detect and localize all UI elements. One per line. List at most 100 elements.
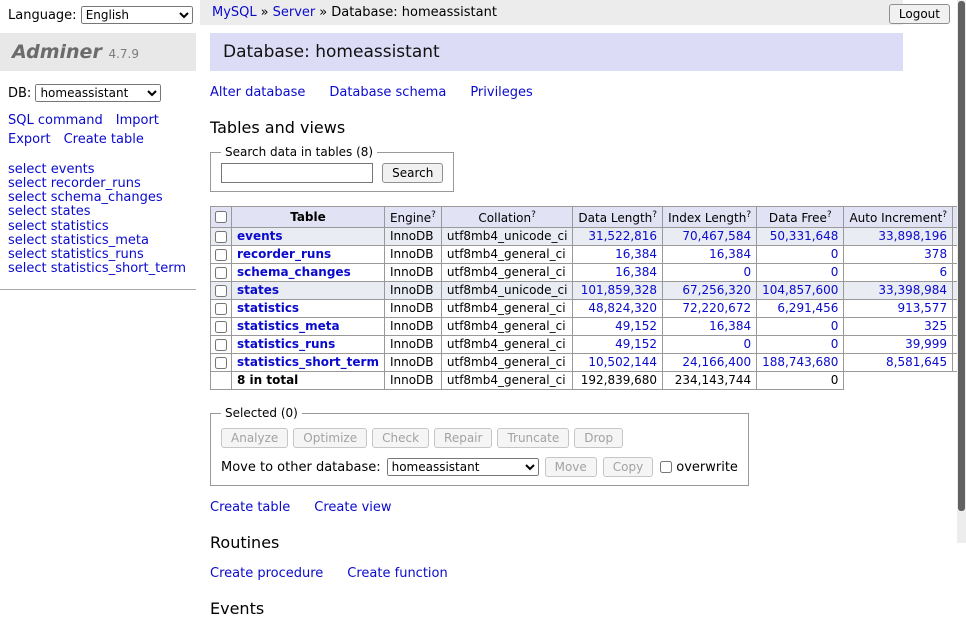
sidebar-item-select-statistics-short-term[interactable]: select statistics_short_term (8, 262, 188, 275)
breadcrumb-mysql-link[interactable]: MySQL (212, 5, 257, 20)
link-database-schema[interactable]: Database schema (329, 85, 446, 100)
app-logo-link[interactable]: Adminer (12, 41, 102, 63)
sidebar-item-select-statistics[interactable]: select statistics (8, 220, 188, 233)
sidebar-action-create-table[interactable]: Create table (64, 132, 144, 147)
sidebar-action-export[interactable]: Export (8, 132, 51, 147)
link-alter-database[interactable]: Alter database (210, 85, 305, 100)
sidebar-item-select-statistics-runs[interactable]: select statistics_runs (8, 248, 188, 261)
link-create-procedure[interactable]: Create procedure (210, 566, 323, 581)
breadcrumb-server-link[interactable]: Server (273, 5, 316, 20)
cell-collation: utf8mb4_general_ci (441, 354, 573, 372)
cell-data-free-link[interactable]: 104,857,600 (762, 283, 838, 297)
link-create-function[interactable]: Create function (347, 566, 447, 581)
cell-data-free-link[interactable]: 50,331,648 (770, 229, 839, 243)
table-link-statistics[interactable]: statistics (237, 301, 299, 315)
cell-data-length-link[interactable]: 16,384 (615, 265, 657, 279)
cell-data-length-link[interactable]: 48,824,320 (588, 301, 657, 315)
cell-data-free-link[interactable]: 6,291,456 (777, 301, 838, 315)
cell-index-length-link[interactable]: 67,256,320 (682, 283, 751, 297)
search-button[interactable]: Search (382, 163, 443, 183)
row-checkbox[interactable] (215, 285, 227, 297)
row-checkbox[interactable] (215, 249, 227, 261)
cell-data-length-link[interactable]: 10,502,144 (588, 355, 657, 369)
sidebar-item-select-states[interactable]: select states (8, 205, 188, 218)
check-button[interactable]: Check (372, 428, 429, 448)
cell-index-length-link[interactable]: 72,220,672 (682, 301, 751, 315)
search-input[interactable] (221, 163, 373, 183)
table-row: statistics_runsInnoDButf8mb4_general_ci4… (211, 336, 966, 354)
cell-data-length-link[interactable]: 49,152 (615, 337, 657, 351)
cell-data-free-link[interactable]: 0 (831, 319, 839, 333)
help-icon[interactable]: ? (531, 210, 536, 220)
cell-engine: InnoDB (384, 228, 441, 246)
cell-auto-increment: 325 (844, 318, 953, 336)
row-checkbox[interactable] (215, 339, 227, 351)
cell-index-length-link[interactable]: 70,467,584 (682, 229, 751, 243)
cell-data-length-link[interactable]: 101,859,328 (581, 283, 657, 297)
cell-index-length-link[interactable]: 0 (743, 265, 751, 279)
sidebar-action-sql-command[interactable]: SQL command (8, 113, 103, 128)
analyze-button[interactable]: Analyze (221, 428, 288, 448)
vertical-scrollbar[interactable] (957, 0, 966, 543)
cell-data-free-link[interactable]: 0 (831, 337, 839, 351)
table-link-recorder-runs[interactable]: recorder_runs (237, 247, 331, 261)
optimize-button[interactable]: Optimize (293, 428, 367, 448)
sidebar-item-select-statistics-meta[interactable]: select statistics_meta (8, 234, 188, 247)
cell-auto-increment-link[interactable]: 33,898,196 (878, 229, 947, 243)
cell-auto-increment-link[interactable]: 6 (939, 265, 947, 279)
cell-data-free-link[interactable]: 0 (831, 247, 839, 261)
scrollbar-thumb[interactable] (958, 1, 965, 511)
cell-auto-increment-link[interactable]: 33,398,984 (878, 283, 947, 297)
link-privileges[interactable]: Privileges (470, 85, 533, 100)
table-link-statistics-runs[interactable]: statistics_runs (237, 337, 335, 351)
row-checkbox[interactable] (215, 303, 227, 315)
copy-button[interactable]: Copy (603, 457, 653, 477)
cell-data-length-link[interactable]: 49,152 (615, 319, 657, 333)
cell-engine: InnoDB (384, 354, 441, 372)
table-link-statistics-short-term[interactable]: statistics_short_term (237, 355, 379, 369)
table-link-states[interactable]: states (237, 283, 279, 297)
cell-index-length-link[interactable]: 0 (743, 337, 751, 351)
repair-button[interactable]: Repair (434, 428, 492, 448)
cell-auto-increment-link[interactable]: 8,581,645 (886, 355, 947, 369)
sidebar-item-select-recorder-runs[interactable]: select recorder_runs (8, 177, 188, 190)
link-create-view[interactable]: Create view (314, 500, 391, 515)
cell-index-length-link[interactable]: 16,384 (709, 319, 751, 333)
row-checkbox[interactable] (215, 231, 227, 243)
select-all-checkbox[interactable] (215, 211, 227, 223)
language-select[interactable]: English (81, 6, 193, 24)
cell-data-length-link[interactable]: 31,522,816 (588, 229, 657, 243)
cell-data-free-link[interactable]: 188,743,680 (762, 355, 838, 369)
drop-button[interactable]: Drop (574, 428, 623, 448)
sidebar-action-import[interactable]: Import (116, 113, 159, 128)
link-create-table[interactable]: Create table (210, 500, 290, 515)
sidebar-item-select-events[interactable]: select events (8, 163, 188, 176)
cell-index-length-link[interactable]: 16,384 (709, 247, 751, 261)
help-icon[interactable]: ? (652, 210, 657, 220)
row-checkbox[interactable] (215, 321, 227, 333)
cell-data-length-link[interactable]: 16,384 (615, 247, 657, 261)
cell-auto-increment-link[interactable]: 378 (924, 247, 947, 261)
help-icon[interactable]: ? (746, 210, 751, 220)
overwrite-checkbox[interactable] (660, 461, 672, 473)
help-icon[interactable]: ? (431, 210, 436, 220)
db-select[interactable]: homeassistant (35, 84, 161, 102)
sidebar-item-select-schema-changes[interactable]: select schema_changes (8, 191, 188, 204)
logout-button[interactable]: Logout (889, 4, 950, 24)
cell-auto-increment-link[interactable]: 325 (924, 319, 947, 333)
row-checkbox[interactable] (215, 357, 227, 369)
help-icon[interactable]: ? (827, 210, 832, 220)
truncate-button[interactable]: Truncate (497, 428, 569, 448)
table-link-events[interactable]: events (237, 229, 283, 243)
cell-index-length-link[interactable]: 24,166,400 (682, 355, 751, 369)
row-checkbox[interactable] (215, 267, 227, 279)
cell-auto-increment-link[interactable]: 913,577 (897, 301, 947, 315)
cell-auto-increment-link[interactable]: 39,999 (905, 337, 947, 351)
cell-data-free-link[interactable]: 0 (831, 265, 839, 279)
move-button[interactable]: Move (545, 457, 597, 477)
table-link-schema-changes[interactable]: schema_changes (237, 265, 351, 279)
help-icon[interactable]: ? (942, 210, 947, 220)
cell-data-free: 0 (757, 318, 844, 336)
move-db-select[interactable]: homeassistant (387, 458, 539, 476)
table-link-statistics-meta[interactable]: statistics_meta (237, 319, 340, 333)
